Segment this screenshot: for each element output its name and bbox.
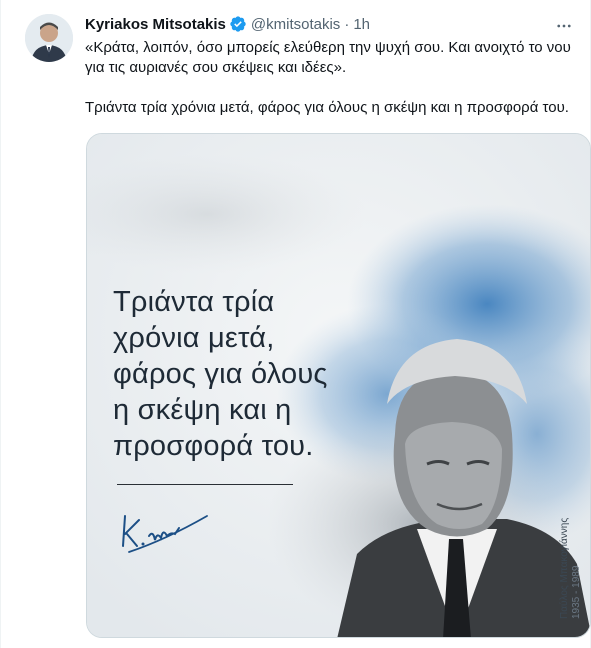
author-handle[interactable]: @kmitsotakis bbox=[251, 16, 340, 33]
separator-dot: · bbox=[344, 15, 350, 33]
tweet-text-quote: «Κράτα, λοιπόν, όσο μπορείς ελεύθερη την… bbox=[85, 39, 571, 76]
tweet[interactable]: Kyriakos Mitsotakis @kmitsotakis · 1h «Κ… bbox=[0, 0, 591, 648]
poster-caption: Παύλος Μπακογιάννης 1935 - 1989 bbox=[559, 518, 583, 619]
poster-headline: Τριάντα τρία χρόνια μετά, φάρος για όλου… bbox=[113, 284, 413, 464]
tweet-text: «Κράτα, λοιπόν, όσο μπορείς ελεύθερη την… bbox=[85, 38, 580, 118]
poster-line: φάρος για όλους bbox=[113, 358, 328, 390]
avatar-image bbox=[25, 14, 73, 62]
more-horizontal-icon[interactable] bbox=[550, 12, 578, 40]
poster-line: Τριάντα τρία bbox=[113, 286, 275, 318]
poster-line: χρόνια μετά, bbox=[113, 322, 275, 354]
poster-line: η σκέψη και η bbox=[113, 394, 292, 426]
signature-mark bbox=[119, 506, 211, 559]
caption-years: 1935 - 1989 bbox=[571, 565, 582, 619]
tweet-header: Kyriakos Mitsotakis @kmitsotakis · 1h bbox=[85, 14, 370, 34]
tweet-media-image[interactable]: Τριάντα τρία χρόνια μετά, φάρος για όλου… bbox=[86, 133, 591, 638]
poster-divider bbox=[117, 484, 293, 485]
author-name[interactable]: Kyriakos Mitsotakis bbox=[85, 16, 226, 33]
caption-name: Παύλος Μπακογιάννης bbox=[559, 517, 570, 619]
tweet-timestamp[interactable]: 1h bbox=[353, 16, 370, 33]
poster-line: προσφορά του. bbox=[113, 430, 314, 462]
avatar[interactable] bbox=[25, 14, 73, 62]
tweet-text-body: Τριάντα τρία χρόνια μετά, φάρος για όλου… bbox=[85, 99, 569, 116]
verified-badge-icon bbox=[229, 15, 247, 33]
